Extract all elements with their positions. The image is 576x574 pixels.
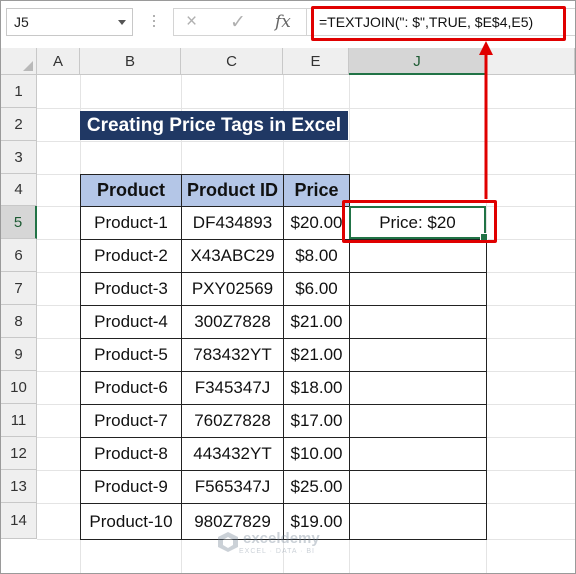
- result-cell-empty[interactable]: [349, 503, 487, 540]
- table-header-product-id[interactable]: Product ID: [181, 174, 284, 207]
- result-cell-empty[interactable]: [349, 338, 487, 372]
- table-header-product[interactable]: Product: [80, 174, 182, 207]
- table-cell-product[interactable]: Product-6: [80, 371, 182, 405]
- spreadsheet-window: J5 × ✓ fx =TEXTJOIN(": $",TRUE, $E$4,E5)…: [0, 0, 576, 574]
- row-header-12[interactable]: 12: [1, 437, 37, 470]
- row-header-4[interactable]: 4: [1, 174, 37, 206]
- row-header-1[interactable]: 1: [1, 75, 37, 108]
- table-cell-product[interactable]: Product-9: [80, 470, 182, 504]
- formula-tools: × ✓ fx: [173, 8, 307, 36]
- sheet-title[interactable]: Creating Price Tags in Excel: [80, 111, 348, 140]
- table-cell-product-id[interactable]: 443432YT: [181, 437, 284, 471]
- row-header-5[interactable]: 5: [1, 206, 37, 239]
- table-cell-price[interactable]: $6.00: [283, 272, 350, 306]
- table-cell-product[interactable]: Product-2: [80, 239, 182, 273]
- column-header-c[interactable]: C: [181, 48, 283, 75]
- column-header-b[interactable]: B: [80, 48, 181, 75]
- result-cell-empty[interactable]: [349, 437, 487, 471]
- watermark-name: exceldemy: [243, 529, 320, 547]
- select-all-triangle-icon: [23, 61, 33, 71]
- table-cell-product-id[interactable]: PXY02569: [181, 272, 284, 306]
- name-box-value: J5: [14, 14, 29, 30]
- table-cell-price[interactable]: $25.00: [283, 470, 350, 504]
- column-header-j[interactable]: J: [349, 48, 486, 75]
- result-cell-empty[interactable]: [349, 239, 487, 273]
- table-cell-price[interactable]: $21.00: [283, 338, 350, 372]
- table-cell-product-id[interactable]: F345347J: [181, 371, 284, 405]
- table-cell-product[interactable]: Product-5: [80, 338, 182, 372]
- row-header-14[interactable]: 14: [1, 503, 37, 539]
- table-cell-product[interactable]: Product-10: [80, 503, 182, 540]
- result-cell-empty[interactable]: [349, 371, 487, 405]
- table-cell-price[interactable]: $17.00: [283, 404, 350, 438]
- watermark-sub: EXCEL · DATA · BI: [239, 547, 315, 555]
- select-all-button[interactable]: [1, 48, 37, 75]
- table-cell-product-id[interactable]: 783432YT: [181, 338, 284, 372]
- table-cell-product[interactable]: Product-4: [80, 305, 182, 339]
- column-header-a[interactable]: A: [37, 48, 80, 75]
- table-cell-product-id[interactable]: 300Z7828: [181, 305, 284, 339]
- name-box[interactable]: J5: [6, 8, 133, 36]
- watermark: exceldemy EXCEL · DATA · BI: [217, 529, 320, 555]
- insert-function-icon[interactable]: fx: [275, 12, 291, 32]
- drag-handle-icon[interactable]: [153, 15, 156, 31]
- result-highlight-box: [342, 200, 497, 243]
- result-cell-empty[interactable]: [349, 470, 487, 504]
- result-cell-empty[interactable]: [349, 305, 487, 339]
- table-cell-product[interactable]: Product-7: [80, 404, 182, 438]
- table-cell-product-id[interactable]: X43ABC29: [181, 239, 284, 273]
- cancel-icon[interactable]: ×: [186, 11, 197, 33]
- column-header-e[interactable]: E: [283, 48, 349, 75]
- table-cell-product[interactable]: Product-3: [80, 272, 182, 306]
- table-header-price[interactable]: Price: [283, 174, 350, 207]
- table-cell-price[interactable]: $20.00: [283, 206, 350, 240]
- table-cell-product[interactable]: Product-8: [80, 437, 182, 471]
- table-cell-price[interactable]: $8.00: [283, 239, 350, 273]
- chevron-down-icon[interactable]: [118, 20, 126, 25]
- table-cell-price[interactable]: $10.00: [283, 437, 350, 471]
- row-header-10[interactable]: 10: [1, 371, 37, 404]
- row-header-7[interactable]: 7: [1, 272, 37, 305]
- table-cell-price[interactable]: $21.00: [283, 305, 350, 339]
- table-cell-product[interactable]: Product-1: [80, 206, 182, 240]
- annotation-arrow: [479, 41, 493, 199]
- row-header-8[interactable]: 8: [1, 305, 37, 338]
- result-cell-empty[interactable]: [349, 404, 487, 438]
- table-cell-product-id[interactable]: 760Z7828: [181, 404, 284, 438]
- row-header-6[interactable]: 6: [1, 239, 37, 272]
- formula-highlight-box: [311, 6, 566, 41]
- row-header-3[interactable]: 3: [1, 141, 37, 174]
- row-header-13[interactable]: 13: [1, 470, 37, 503]
- table-cell-product-id[interactable]: DF434893: [181, 206, 284, 240]
- row-header-11[interactable]: 11: [1, 404, 37, 437]
- row-header-9[interactable]: 9: [1, 338, 37, 371]
- table-cell-product-id[interactable]: F565347J: [181, 470, 284, 504]
- exceldemy-logo-icon: [218, 532, 238, 552]
- table-cell-price[interactable]: $18.00: [283, 371, 350, 405]
- enter-icon[interactable]: ✓: [230, 11, 246, 34]
- row-header-2[interactable]: 2: [1, 108, 37, 141]
- result-cell-empty[interactable]: [349, 272, 487, 306]
